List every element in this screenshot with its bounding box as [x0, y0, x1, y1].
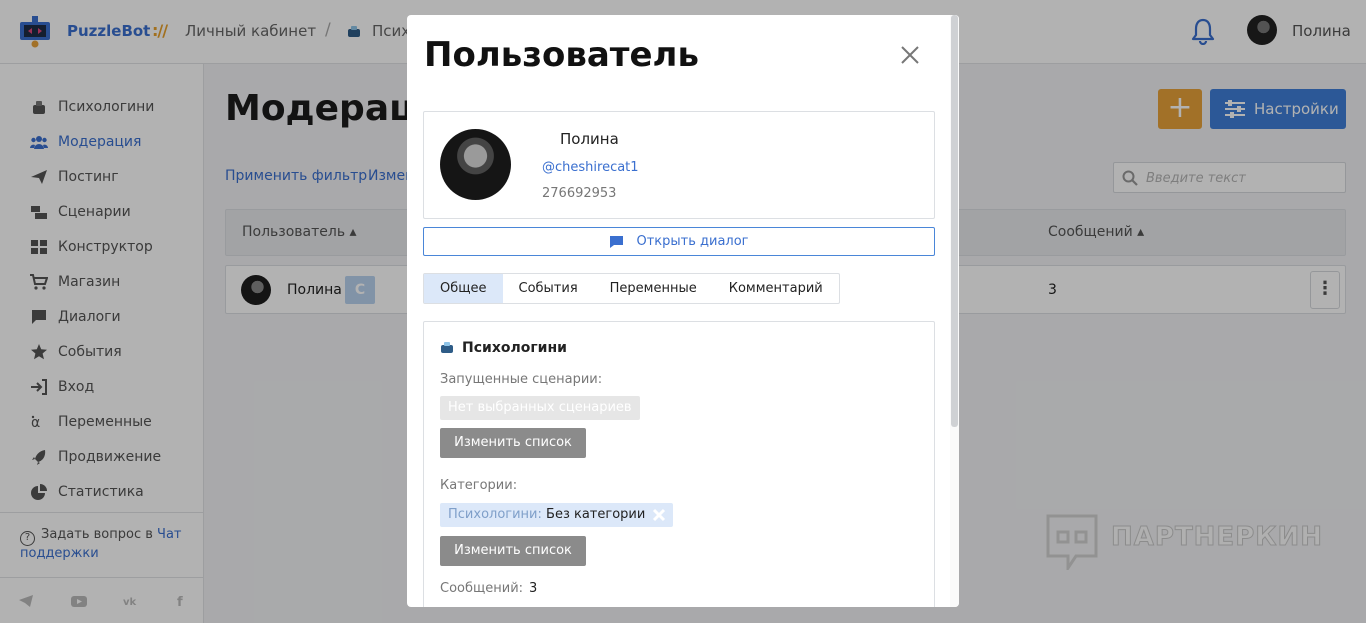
modal-tabs: Общее События Переменные Комментарий	[423, 273, 840, 304]
close-icon[interactable]	[899, 44, 921, 66]
scenarios-label: Запущенные сценарии:	[440, 372, 603, 387]
open-dialog-button[interactable]: Открыть диалог	[423, 227, 935, 256]
scrollbar-thumb[interactable]	[951, 15, 958, 427]
user-modal: Пользователь Полина @cheshirecat1 276692…	[407, 15, 959, 607]
messages-label: Сообщений:	[440, 581, 524, 596]
modal-title: Пользователь	[424, 35, 699, 75]
general-panel: Психологини Запущенные сценарии: Нет выб…	[423, 321, 935, 607]
categories-label: Категории:	[440, 478, 518, 493]
no-scenarios-chip: Нет выбранных сценариев	[440, 396, 640, 420]
remove-icon[interactable]	[651, 507, 667, 523]
messages-value: 3	[529, 581, 538, 596]
tab-comment[interactable]: Комментарий	[713, 274, 839, 303]
user-card: Полина @cheshirecat1 276692953	[423, 111, 935, 219]
messages-line: Сообщений: 3	[440, 581, 537, 596]
bot-icon	[441, 342, 453, 353]
category-key: Психологини:	[448, 507, 542, 522]
tab-events[interactable]: События	[503, 274, 594, 303]
tab-general[interactable]: Общее	[424, 274, 503, 303]
chat-icon	[610, 235, 624, 248]
tab-variables[interactable]: Переменные	[594, 274, 713, 303]
category-value: Без категории	[546, 507, 646, 522]
open-dialog-label: Открыть диалог	[636, 234, 749, 249]
username-link[interactable]: @cheshirecat1	[542, 160, 639, 175]
change-categories-button[interactable]: Изменить список	[440, 536, 586, 566]
user-name: Полина	[560, 130, 619, 148]
avatar	[440, 129, 511, 200]
user-id: 276692953	[542, 186, 617, 201]
section-title: Психологини	[462, 340, 567, 356]
modal-scrollbar[interactable]	[950, 15, 959, 607]
change-scenarios-button[interactable]: Изменить список	[440, 428, 586, 458]
category-chip: Психологини: Без категории	[440, 503, 674, 527]
